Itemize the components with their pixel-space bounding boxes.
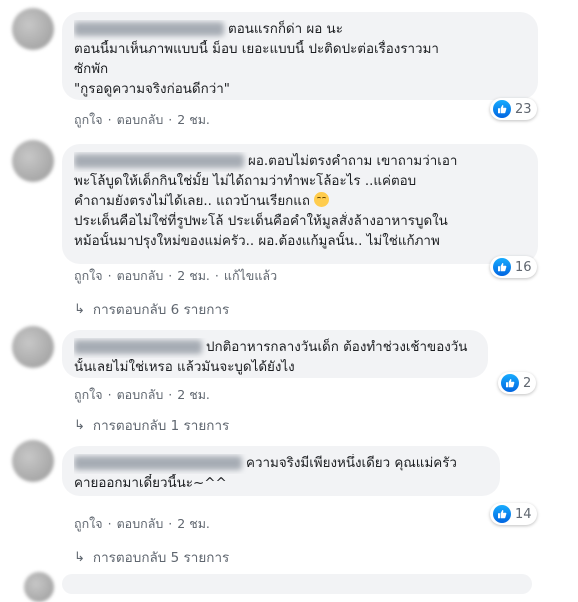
reaction-count-text: 16 — [515, 259, 532, 275]
comment-actions: ถูกใจ · ตอบกลับ · 2 ชม. — [74, 387, 210, 402]
reaction-count-text: 23 — [515, 101, 532, 117]
reaction-count-text: 14 — [515, 506, 532, 522]
comment-text-line: คายออกมาเดี๋ยวนี้นะ~^^ — [74, 476, 227, 491]
like-link[interactable]: ถูกใจ — [74, 112, 103, 127]
comment-bubble: ตอนแรกก็ด่า ผอ นะ ตอนนี้มาเห็นภาพแบบนี้ … — [62, 12, 538, 100]
comment-text-line: ตอนแรกก็ด่า ผอ นะ — [228, 22, 343, 37]
comment-bubble: ความจริงมีเพียงหนึ่งเดียว คุณแม่ครัว คาย… — [62, 446, 500, 496]
comment-bubble: ปกติอาหารกลางวันเด็ก ต้องทำช่วงเช้าของวั… — [62, 330, 488, 378]
timestamp-link[interactable]: 2 ชม. — [177, 112, 210, 127]
avatar[interactable] — [12, 140, 54, 182]
avatar[interactable] — [12, 440, 54, 482]
like-link[interactable]: ถูกใจ — [74, 516, 103, 531]
reply-arrow-icon: ↳ — [74, 417, 85, 433]
reply-link[interactable]: ตอบกลับ — [117, 112, 164, 127]
avatar[interactable] — [24, 572, 54, 602]
comment-text-line: "กูรอดูความจริงก่อนดีกว่า" — [74, 82, 230, 97]
comment-text-line: ปกติอาหารกลางวันเด็ก ต้องทำช่วงเช้าของวั… — [206, 340, 468, 355]
replies-count-label: การตอบกลับ 5 รายการ — [92, 550, 230, 566]
reaction-count-text: 2 — [523, 375, 532, 391]
reaction-count[interactable]: 16 — [490, 256, 537, 278]
author-name-blurred[interactable] — [74, 22, 224, 36]
comment-actions: ถูกใจ · ตอบกลับ · 2 ชม. — [74, 516, 210, 531]
replies-count-label: การตอบกลับ 6 รายการ — [92, 302, 230, 318]
comment-text-line: ประเด็นคือไม่ใช่ที่รูปพะโล้ ประเด็นคือคำ… — [74, 214, 448, 229]
thumbs-up-icon — [493, 258, 511, 276]
comment-text-line: ซักพัก — [74, 62, 109, 77]
reply-link[interactable]: ตอบกลับ — [117, 268, 164, 283]
replies-count-label: การตอบกลับ 1 รายการ — [92, 418, 230, 434]
comment-text-line: ผอ.ตอบไม่ตรงคำถาม เขาถามว่าเอา — [248, 154, 458, 169]
comment-bubble — [62, 574, 532, 594]
timestamp-link[interactable]: 2 ชม. — [177, 516, 210, 531]
comment-text-line: ความจริงมีเพียงหนึ่งเดียว คุณแม่ครัว — [246, 456, 457, 471]
author-name-blurred[interactable] — [74, 154, 244, 168]
view-replies-button[interactable]: ↳ การตอบกลับ 5 รายการ — [74, 546, 229, 568]
comment-actions: ถูกใจ · ตอบกลับ · 2 ชม. — [74, 112, 210, 127]
reply-link[interactable]: ตอบกลับ — [117, 387, 164, 402]
reaction-count[interactable]: 14 — [490, 503, 537, 525]
reply-arrow-icon: ↳ — [74, 301, 85, 317]
like-link[interactable]: ถูกใจ — [74, 387, 103, 402]
comment-text-line: นั้นเลยไม่ใช่เหรอ แล้วมันจะบูดได้ยังไง — [74, 360, 295, 375]
view-replies-button[interactable]: ↳ การตอบกลับ 6 รายการ — [74, 298, 229, 320]
like-link[interactable]: ถูกใจ — [74, 268, 103, 283]
thumbs-up-icon — [501, 374, 519, 392]
comment-text-line: คำถามยังตรงไม่ได้เลย.. แถวบ้านเรียกแถ — [74, 194, 311, 209]
thumbs-up-icon — [493, 505, 511, 523]
author-name-blurred[interactable] — [74, 340, 202, 354]
comment-actions: ถูกใจ · ตอบกลับ · 2 ชม. · แก้ไขแล้ว — [74, 268, 278, 283]
pensive-face-emoji-icon — [314, 192, 330, 207]
timestamp-link[interactable]: 2 ชม. — [177, 387, 210, 402]
reaction-count[interactable]: 23 — [490, 98, 537, 120]
author-name-blurred[interactable] — [74, 456, 242, 470]
comment-bubble: ผอ.ตอบไม่ตรงคำถาม เขาถามว่าเอา พะโล้บูดใ… — [62, 144, 538, 264]
timestamp-link[interactable]: 2 ชม. — [177, 268, 210, 283]
reply-link[interactable]: ตอบกลับ — [117, 516, 164, 531]
comment-text-line: ตอนนี้มาเห็นภาพแบบนี้ ม็อบ เยอะแบบนี้ ปะ… — [74, 42, 439, 57]
view-replies-button[interactable]: ↳ การตอบกลับ 1 รายการ — [74, 414, 229, 436]
comment-text-line: หม้อนั้นมาปรุงใหม่ของแม่ครัว.. ผอ.ต้องแก… — [74, 234, 440, 249]
thumbs-up-icon — [493, 100, 511, 118]
avatar[interactable] — [12, 8, 54, 50]
reaction-count[interactable]: 2 — [498, 372, 537, 394]
reply-arrow-icon: ↳ — [74, 549, 85, 565]
edited-label[interactable]: แก้ไขแล้ว — [224, 268, 277, 283]
comment-text-line: พะโล้บูดให้เด็กกินใช่มั้ย ไม่ได้ถามว่าทำ… — [74, 174, 417, 189]
avatar[interactable] — [12, 326, 54, 368]
